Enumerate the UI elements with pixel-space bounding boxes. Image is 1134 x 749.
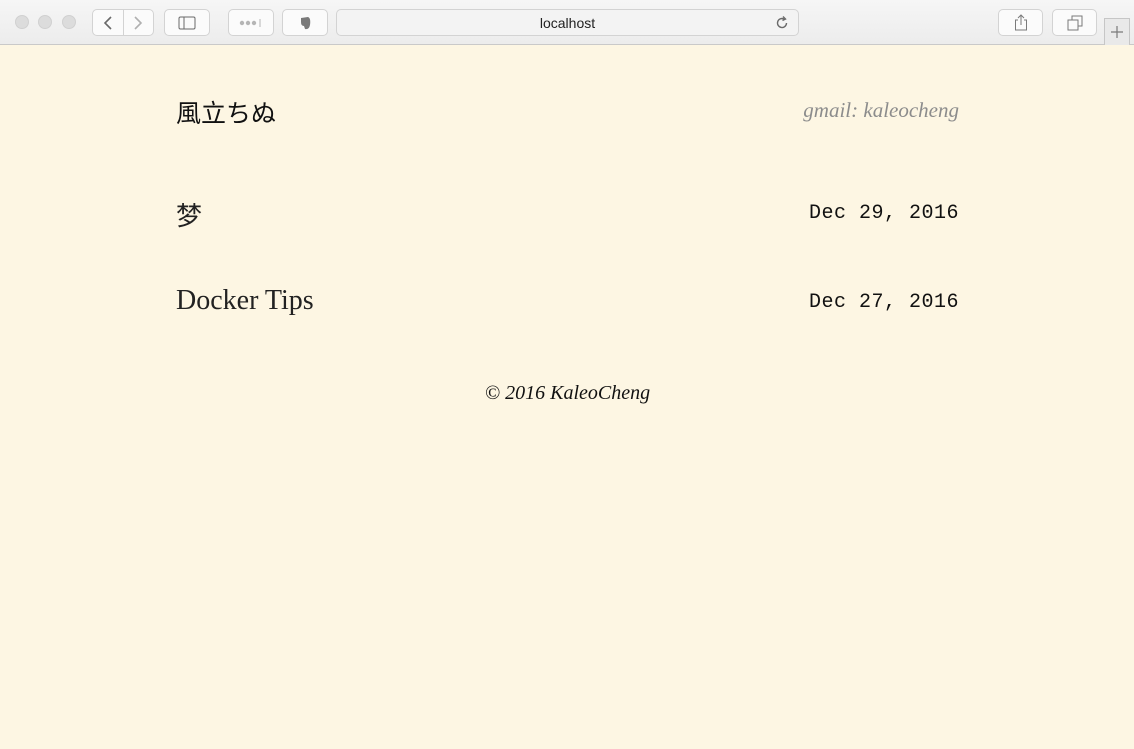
sidebar-button[interactable]	[164, 9, 210, 36]
elephant-icon	[301, 16, 311, 29]
sidebar-icon	[178, 16, 196, 29]
chevron-right-icon	[134, 15, 143, 30]
more-dots-icon	[239, 18, 261, 27]
post-title-link[interactable]: Docker Tips	[176, 285, 314, 317]
new-tab-button[interactable]	[1104, 18, 1130, 45]
browser-toolbar: localhost	[0, 0, 1134, 45]
post-list-item: Docker Tips Dec 27, 2016	[176, 285, 959, 325]
reload-button[interactable]	[774, 15, 790, 34]
history-nav	[92, 9, 154, 36]
post-title-link[interactable]: 梦	[176, 196, 202, 233]
post-date: Dec 29, 2016	[808, 202, 959, 225]
zoom-window-button[interactable]	[62, 15, 76, 29]
contact-email: gmail: kaleocheng	[803, 98, 959, 122]
close-window-button[interactable]	[15, 15, 29, 29]
minimize-window-button[interactable]	[38, 15, 52, 29]
tabs-icon	[1067, 15, 1082, 30]
top-sites-button[interactable]	[228, 9, 274, 36]
address-text: localhost	[539, 14, 596, 31]
chevron-left-icon	[103, 15, 112, 30]
reload-icon	[776, 16, 788, 29]
post-date: Dec 27, 2016	[808, 291, 959, 314]
plus-icon	[1111, 26, 1123, 38]
evernote-extension-button[interactable]	[282, 9, 328, 36]
share-icon	[1014, 14, 1027, 31]
post-list-item: 梦 Dec 29, 2016	[176, 196, 959, 236]
back-button[interactable]	[93, 10, 123, 35]
address-bar[interactable]: localhost	[336, 9, 799, 36]
footer-copyright: © 2016 KaleoCheng	[484, 382, 651, 404]
site-title[interactable]: 風立ちぬ	[176, 94, 276, 130]
share-button[interactable]	[998, 9, 1043, 36]
forward-button[interactable]	[122, 10, 154, 35]
tabs-overview-button[interactable]	[1052, 9, 1097, 36]
